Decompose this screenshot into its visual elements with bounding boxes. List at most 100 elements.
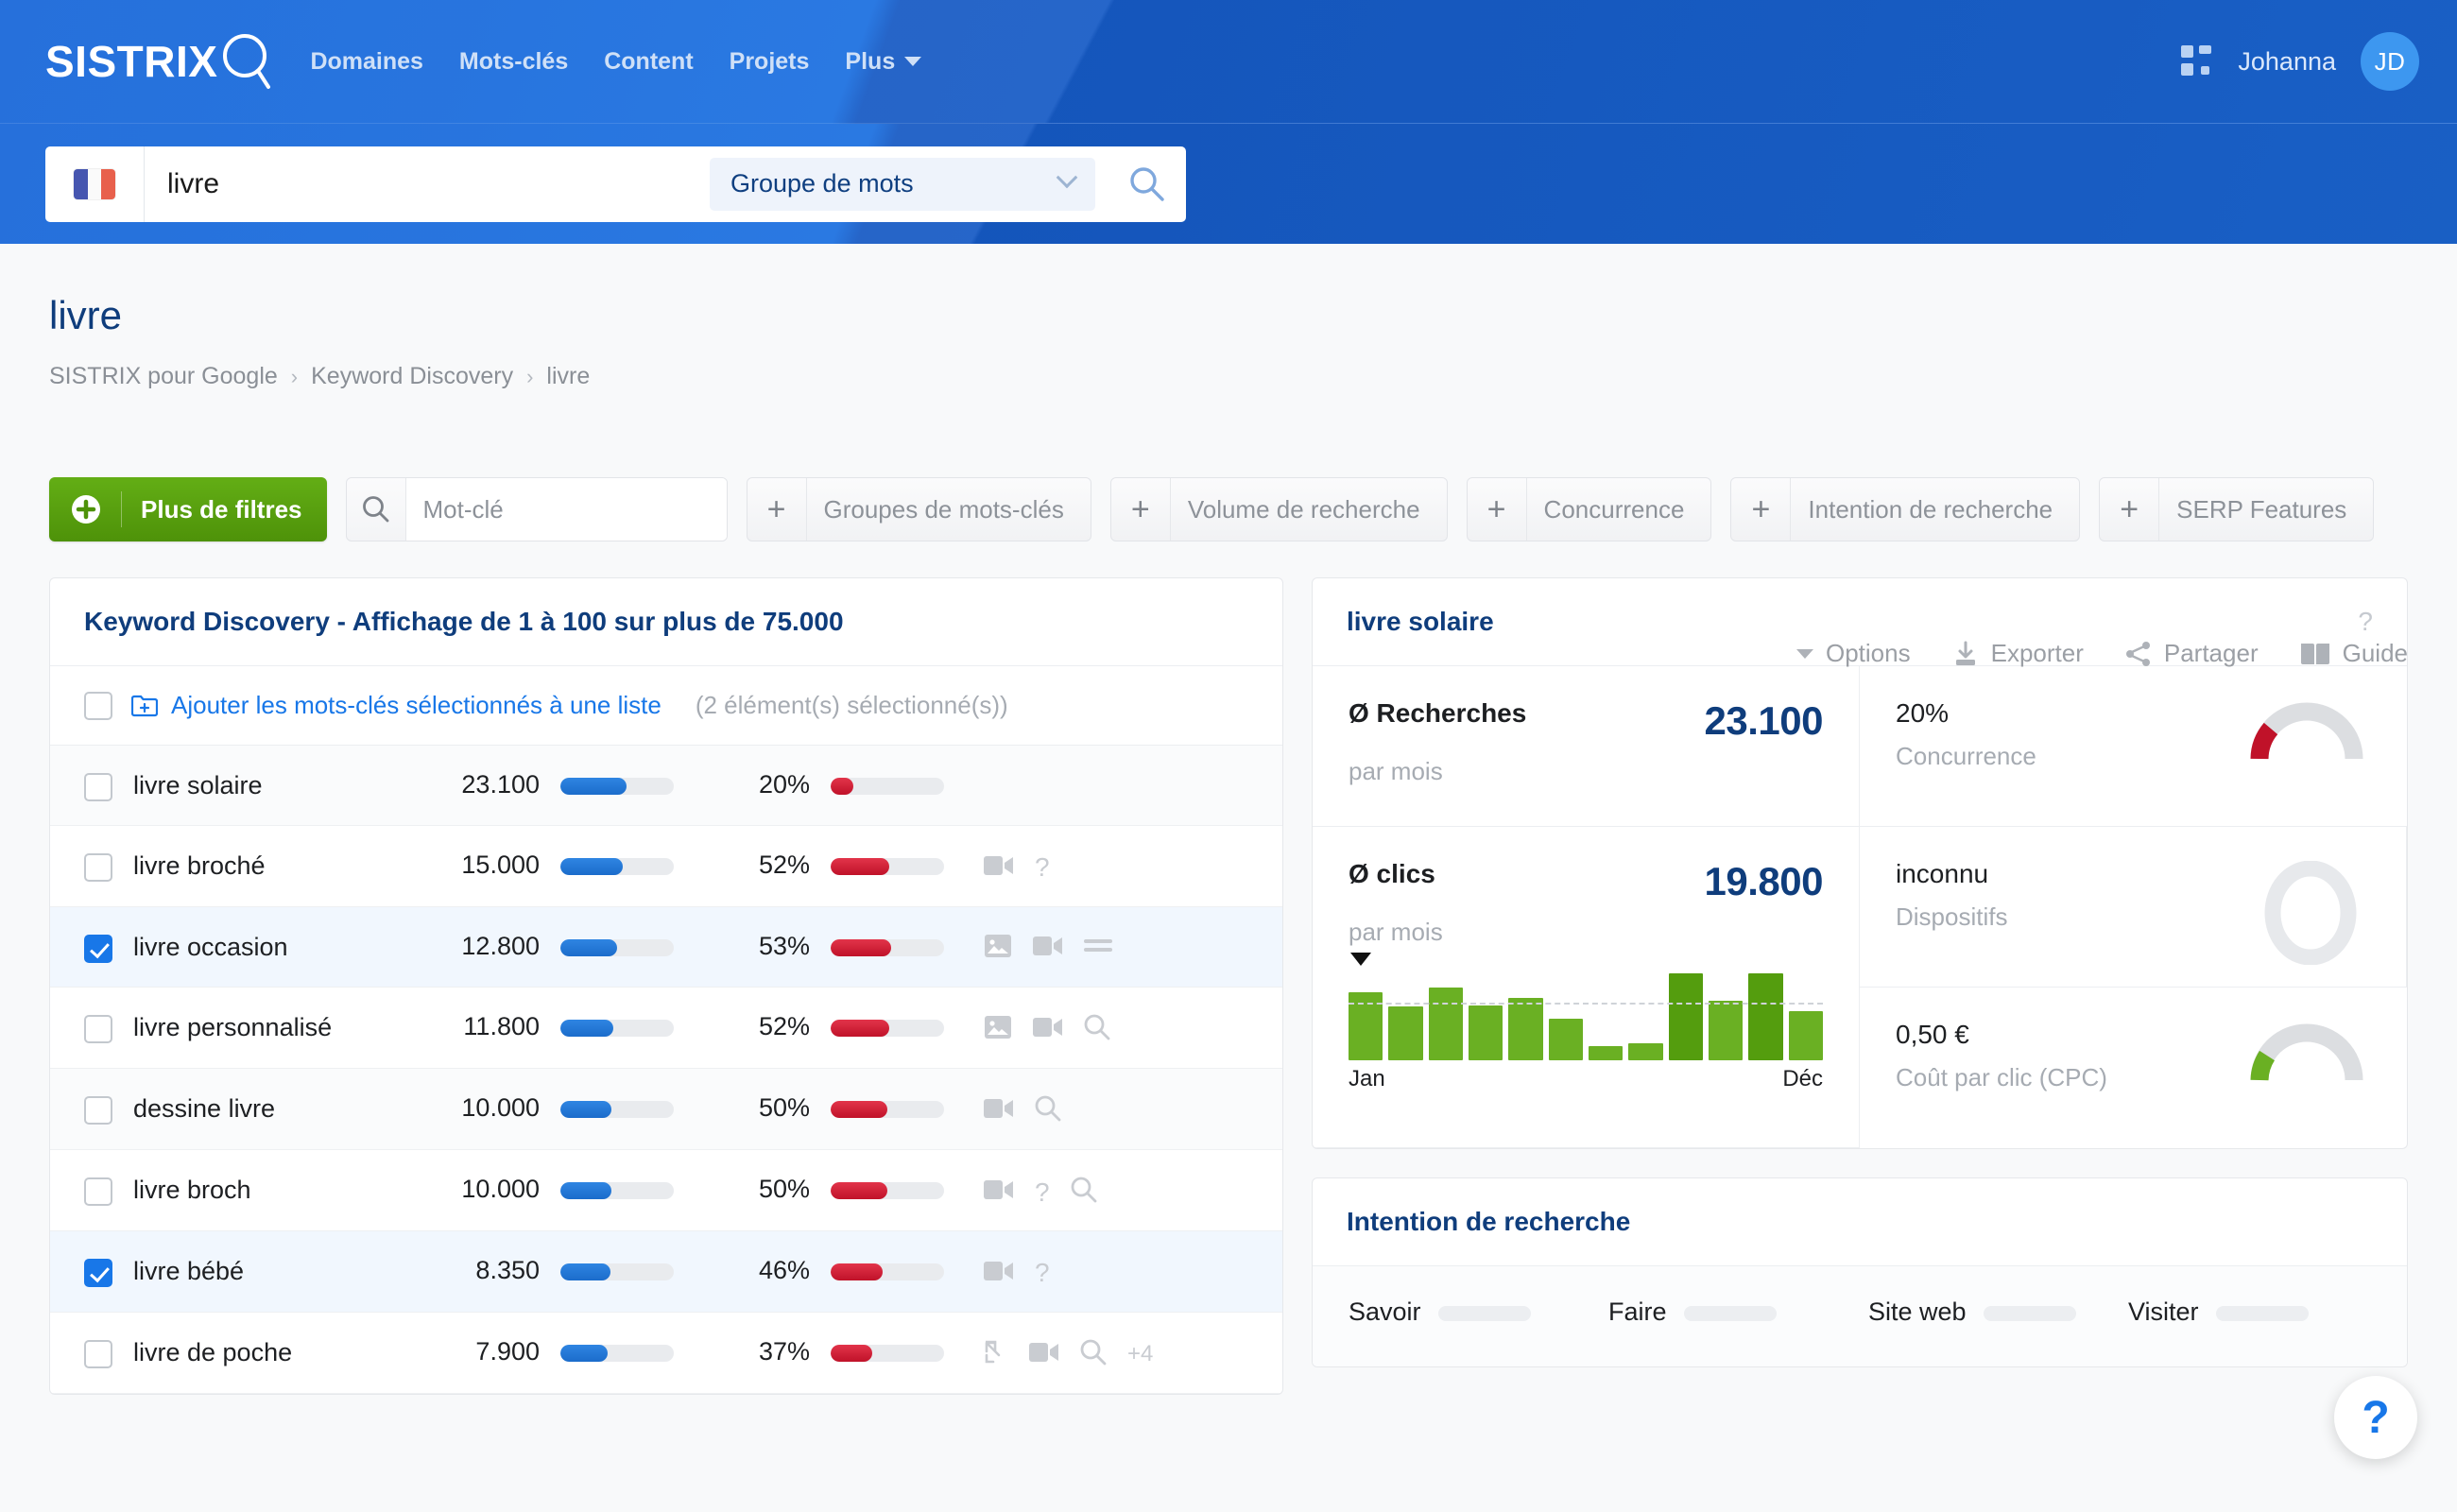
add-to-list-button[interactable]: Ajouter les mots-clés sélectionnés à une…: [131, 691, 662, 720]
help-question-icon[interactable]: ?: [2358, 607, 2373, 637]
search-submit-button[interactable]: [1108, 146, 1186, 222]
keyword-table: livre solaire 23.100 20% livre broché 15.000…: [50, 746, 1282, 1394]
row-competition-bar: [831, 938, 944, 956]
row-checkbox[interactable]: [84, 1259, 112, 1288]
row-checkbox[interactable]: [84, 773, 112, 801]
magnifier-logo-icon: [223, 34, 271, 89]
divider: [121, 491, 122, 527]
france-flag-icon: [74, 168, 115, 199]
guide-button[interactable]: Guide: [2300, 639, 2408, 668]
export-button[interactable]: Exporter: [1952, 639, 2084, 668]
main-columns: Keyword Discovery - Affichage de 1 à 100…: [0, 541, 2457, 1395]
nav-item-domaines[interactable]: Domaines: [310, 48, 422, 76]
filter-chip-search-intent[interactable]: + Intention de recherche: [1730, 477, 2081, 541]
nav-item-content[interactable]: Content: [604, 48, 693, 76]
competition-gauge: [2250, 700, 2363, 771]
filter-chip-serp-features[interactable]: + SERP Features: [2099, 477, 2375, 541]
row-checkbox[interactable]: [84, 853, 112, 883]
country-selector[interactable]: [45, 146, 145, 222]
video-icon: [1033, 935, 1063, 962]
options-button[interactable]: Options: [1796, 639, 1911, 668]
intent-item: Faire: [1608, 1297, 1851, 1329]
keyword-filter-input[interactable]: Mot-clé: [345, 477, 728, 541]
question-icon: ?: [1035, 852, 1050, 883]
table-row[interactable]: livre solaire 23.100 20%: [50, 746, 1282, 827]
search-input[interactable]: [145, 167, 710, 200]
more-filters-button[interactable]: Plus de filtres: [49, 477, 327, 541]
breadcrumb-item-0[interactable]: SISTRIX pour Google: [49, 363, 278, 390]
nav-item-projets[interactable]: Projets: [730, 48, 810, 76]
keyword-filter-placeholder: Mot-clé: [404, 478, 727, 541]
row-competition-bar: [831, 778, 944, 795]
plus-icon: +: [1130, 490, 1150, 527]
filter-chip-keyword-groups[interactable]: + Groupes de mots-clés: [746, 477, 1091, 541]
row-checkbox[interactable]: [84, 1177, 112, 1207]
table-row[interactable]: livre personnalisé 11.800 52%: [50, 988, 1282, 1070]
table-row[interactable]: livre occasion 12.800 53%: [50, 906, 1282, 988]
table-row[interactable]: livre broché 15.000 52%?: [50, 826, 1282, 907]
filter-chip-competition[interactable]: + Concurrence: [1466, 477, 1712, 541]
bulk-select-row: Ajouter les mots-clés sélectionnés à une…: [50, 666, 1282, 746]
breadcrumb-item-1[interactable]: Keyword Discovery: [311, 363, 513, 390]
link-icon: [984, 1340, 1008, 1369]
search-mode-select[interactable]: Groupe de mots: [710, 157, 1095, 211]
user-name[interactable]: Johanna: [2238, 47, 2336, 77]
row-keyword[interactable]: livre bébé: [133, 1254, 417, 1288]
intent-bar: [1437, 1306, 1531, 1322]
row-keyword[interactable]: dessine livre: [133, 1091, 417, 1125]
nav-label: Content: [604, 47, 694, 75]
nav-item-mots-cles[interactable]: Mots-clés: [459, 48, 568, 76]
row-checkbox[interactable]: [84, 1096, 112, 1125]
row-keyword[interactable]: livre solaire: [133, 768, 417, 802]
intent-item: Visiter: [2128, 1297, 2371, 1329]
row-competition: 50%: [758, 1175, 810, 1204]
row-volume-bar: [560, 1182, 674, 1200]
table-row[interactable]: livre broch 10.000 50%?: [50, 1150, 1282, 1232]
nav-label: Projets: [729, 47, 810, 75]
intent-item: Savoir: [1349, 1297, 1591, 1329]
sparkline-bar: [1628, 1042, 1663, 1060]
plus-icon: +: [1751, 490, 1771, 527]
avatar[interactable]: JD: [2361, 32, 2419, 91]
filter-chip-search-volume[interactable]: + Volume de recherche: [1109, 477, 1448, 541]
row-keyword[interactable]: livre broché: [133, 849, 417, 883]
table-row[interactable]: livre de poche 7.900 37% +4: [50, 1313, 1282, 1394]
share-button[interactable]: Partager: [2125, 639, 2259, 668]
row-competition-bar: [831, 1263, 944, 1281]
row-keyword[interactable]: livre broch: [133, 1173, 417, 1207]
table-title: Keyword Discovery - Affichage de 1 à 100…: [84, 607, 844, 636]
chevron-down-icon: [1056, 166, 1078, 188]
intent-item: Site web: [1868, 1297, 2111, 1329]
row-volume-bar: [560, 858, 674, 876]
nav-item-plus[interactable]: Plus: [845, 48, 922, 76]
cpc-gauge: [2250, 1022, 2363, 1092]
plus-icon: +: [2120, 490, 2139, 527]
row-keyword[interactable]: livre personnalisé: [133, 1010, 417, 1044]
table-row[interactable]: livre bébé 8.350 46%?: [50, 1231, 1282, 1313]
select-all-checkbox[interactable]: [84, 691, 112, 720]
row-competition-bar: [831, 1344, 944, 1362]
searches-value: 23.100: [1704, 698, 1824, 743]
row-competition-bar: [831, 1101, 944, 1119]
row-checkbox[interactable]: [84, 1339, 112, 1368]
sparkline-bar: [1588, 1046, 1624, 1060]
help-fab-button[interactable]: ?: [2334, 1376, 2417, 1459]
breadcrumb: SISTRIX pour Google › Keyword Discovery …: [0, 338, 2457, 390]
breadcrumb-item-2[interactable]: livre: [546, 363, 590, 390]
row-keyword[interactable]: livre de poche: [133, 1335, 417, 1369]
row-keyword[interactable]: livre occasion: [133, 930, 417, 964]
search-box: Groupe de mots: [45, 146, 1186, 222]
table-row[interactable]: dessine livre 10.000 50%: [50, 1069, 1282, 1151]
clicks-sub: par mois: [1349, 918, 1443, 946]
share-icon: [2125, 641, 2150, 666]
video-icon: [984, 1260, 1014, 1287]
current-month-marker: [1350, 953, 1371, 966]
row-volume: 12.800: [461, 931, 540, 960]
clicks-value: 19.800: [1704, 859, 1824, 903]
logo[interactable]: SISTRIX: [45, 32, 272, 91]
chip-label: Concurrence: [1525, 478, 1711, 541]
breadcrumb-separator: ›: [290, 364, 299, 388]
row-checkbox[interactable]: [84, 934, 112, 963]
row-checkbox[interactable]: [84, 1015, 112, 1044]
apps-grid-icon[interactable]: [2181, 45, 2213, 77]
